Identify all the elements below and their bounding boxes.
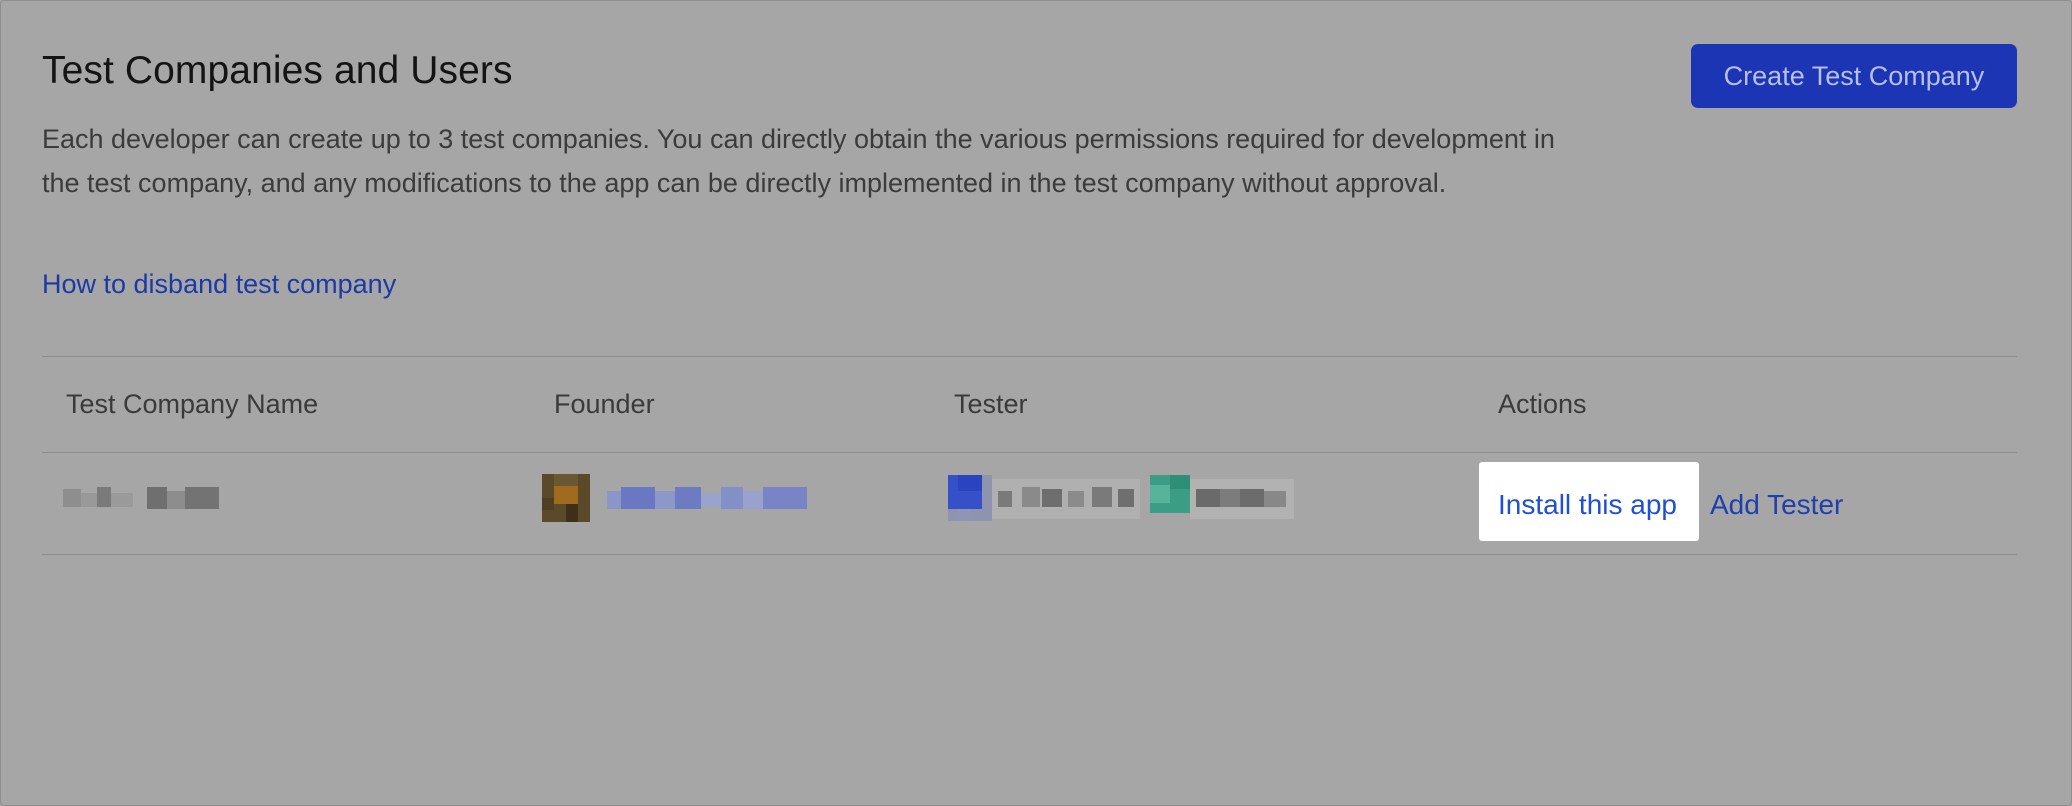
column-header-tester: Tester (954, 389, 1028, 419)
column-header-founder: Founder (554, 389, 655, 419)
table-top-divider (42, 356, 2017, 357)
founder-name-redacted[interactable] (607, 487, 807, 509)
description-text: Each developer can create up to 3 test c… (42, 124, 1555, 198)
tester-avatar (948, 475, 992, 521)
table-header-divider (42, 452, 2017, 453)
table-bottom-divider (42, 554, 2017, 555)
tester-name-redacted (1190, 479, 1294, 519)
add-tester-link[interactable]: Add Tester (1710, 489, 1843, 521)
tester-name-redacted (992, 479, 1140, 519)
install-this-app-link[interactable]: Install this app (1498, 489, 1677, 521)
panel: Test Companies and Users Create Test Com… (0, 0, 2072, 806)
page-title: Test Companies and Users (42, 49, 513, 92)
disband-help-link[interactable]: How to disband test company (42, 269, 396, 300)
create-test-company-button[interactable]: Create Test Company (1691, 44, 2017, 108)
founder-avatar (542, 474, 590, 522)
column-header-company-name: Test Company Name (66, 389, 319, 419)
tester-avatar (1150, 475, 1190, 513)
column-header-actions: Actions (1498, 389, 1587, 419)
company-name-redacted (63, 487, 219, 509)
